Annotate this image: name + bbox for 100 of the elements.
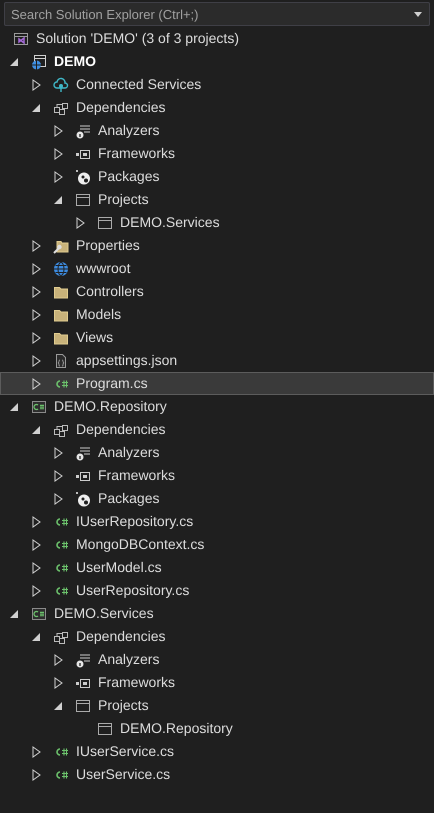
collapsed-arrow-icon[interactable] — [54, 654, 63, 666]
tree-item[interactable]: IUserRepository.cs — [0, 510, 434, 533]
collapsed-arrow-icon[interactable] — [32, 354, 41, 366]
item-label: DEMO.Repository — [120, 719, 233, 738]
item-label: Analyzers — [98, 121, 160, 140]
tree-item[interactable]: Frameworks — [0, 142, 434, 165]
tree-item[interactable]: IUserService.cs — [0, 740, 434, 763]
item-label: DEMO — [54, 52, 96, 71]
tree-item[interactable]: DEMO.Services — [0, 211, 434, 234]
item-label: appsettings.json — [76, 351, 178, 370]
tree-item[interactable]: DEMO.Repository — [0, 717, 434, 740]
item-label: DEMO.Services — [54, 604, 154, 623]
item-label: Dependencies — [76, 627, 166, 646]
tree-item[interactable]: Program.cs — [0, 372, 434, 395]
tree-item[interactable]: Properties — [0, 234, 434, 257]
globe-icon — [53, 260, 69, 276]
item-label: Controllers — [76, 282, 144, 301]
item-label: UserService.cs — [76, 765, 170, 784]
expanded-arrow-icon[interactable] — [10, 610, 18, 618]
item-label: Projects — [98, 696, 149, 715]
tree-item[interactable]: Packages — [0, 165, 434, 188]
item-label: Frameworks — [98, 466, 176, 485]
analyzers-icon — [75, 652, 91, 668]
collapsed-arrow-icon[interactable] — [54, 170, 63, 182]
item-label: UserModel.cs — [76, 558, 162, 577]
tree-item[interactable]: Views — [0, 326, 434, 349]
window-icon — [97, 720, 113, 736]
tree-item[interactable]: Models — [0, 303, 434, 326]
collapsed-arrow-icon[interactable] — [32, 768, 41, 780]
collapsed-arrow-icon[interactable] — [54, 148, 63, 160]
tree-item[interactable]: Dependencies — [0, 625, 434, 648]
tree-item[interactable]: UserModel.cs — [0, 556, 434, 579]
cloud-icon — [53, 76, 69, 92]
tree-item[interactable]: DEMO.Services — [0, 602, 434, 625]
expanded-arrow-icon[interactable] — [10, 58, 18, 66]
collapsed-arrow-icon[interactable] — [54, 446, 63, 458]
collapsed-arrow-icon[interactable] — [76, 216, 85, 228]
item-label: wwwroot — [76, 259, 130, 278]
collapsed-arrow-icon[interactable] — [54, 676, 63, 688]
item-label: Analyzers — [98, 650, 160, 669]
expanded-arrow-icon[interactable] — [32, 104, 40, 112]
item-label: Frameworks — [98, 673, 176, 692]
solution-icon — [13, 30, 29, 46]
package-icon — [75, 168, 91, 184]
tree-item[interactable]: MongoDBContext.cs — [0, 533, 434, 556]
expanded-arrow-icon[interactable] — [32, 632, 40, 640]
tree-item[interactable]: Analyzers — [0, 648, 434, 671]
collapsed-arrow-icon[interactable] — [32, 332, 41, 344]
collapsed-arrow-icon[interactable] — [32, 516, 41, 528]
item-label: Analyzers — [98, 443, 160, 462]
tree-item[interactable]: DEMO — [0, 50, 434, 73]
item-label: Dependencies — [76, 420, 166, 439]
collapsed-arrow-icon[interactable] — [32, 746, 41, 758]
dropdown-icon[interactable] — [414, 12, 422, 17]
item-label: Properties — [76, 236, 140, 255]
json-file-icon — [53, 352, 69, 368]
tree-item[interactable]: appsettings.json — [0, 349, 434, 372]
expanded-arrow-icon[interactable] — [54, 196, 62, 204]
collapsed-arrow-icon[interactable] — [32, 378, 41, 390]
collapsed-arrow-icon[interactable] — [54, 124, 63, 136]
tree-item[interactable]: Dependencies — [0, 96, 434, 119]
item-label: Views — [76, 328, 114, 347]
collapsed-arrow-icon[interactable] — [32, 562, 41, 574]
collapsed-arrow-icon[interactable] — [54, 492, 63, 504]
tree-item[interactable]: Projects — [0, 694, 434, 717]
item-label: DEMO.Repository — [54, 397, 167, 416]
collapsed-arrow-icon[interactable] — [32, 286, 41, 298]
tree-item[interactable]: Controllers — [0, 280, 434, 303]
analyzers-icon — [75, 444, 91, 460]
expanded-arrow-icon[interactable] — [54, 702, 62, 710]
tree-item[interactable]: UserRepository.cs — [0, 579, 434, 602]
search-field[interactable]: Search Solution Explorer (Ctrl+;) — [4, 2, 430, 26]
tree-item[interactable]: DEMO.Repository — [0, 395, 434, 418]
tree-item[interactable]: Connected Services — [0, 73, 434, 96]
tree-item[interactable]: Frameworks — [0, 671, 434, 694]
tree-item[interactable]: Solution 'DEMO' (3 of 3 projects) — [0, 27, 434, 50]
collapsed-arrow-icon[interactable] — [32, 78, 41, 90]
tree-item[interactable]: Packages — [0, 487, 434, 510]
item-label: DEMO.Services — [120, 213, 220, 232]
tree-item[interactable]: Projects — [0, 188, 434, 211]
collapsed-arrow-icon[interactable] — [32, 538, 41, 550]
analyzers-icon — [75, 122, 91, 138]
tree-item[interactable]: wwwroot — [0, 257, 434, 280]
expanded-arrow-icon[interactable] — [32, 426, 40, 434]
item-label: Connected Services — [76, 75, 202, 94]
tree-item[interactable]: Dependencies — [0, 418, 434, 441]
item-label: Dependencies — [76, 98, 166, 117]
tree-item[interactable]: Analyzers — [0, 441, 434, 464]
collapsed-arrow-icon[interactable] — [32, 308, 41, 320]
collapsed-arrow-icon[interactable] — [32, 262, 41, 274]
tree-item[interactable]: UserService.cs — [0, 763, 434, 786]
collapsed-arrow-icon[interactable] — [32, 240, 41, 252]
item-label: Packages — [98, 167, 160, 186]
item-label: Projects — [98, 190, 149, 209]
collapsed-arrow-icon[interactable] — [54, 470, 63, 482]
item-label: Frameworks — [98, 144, 176, 163]
collapsed-arrow-icon[interactable] — [32, 584, 41, 596]
expanded-arrow-icon[interactable] — [10, 402, 18, 410]
tree-item[interactable]: Frameworks — [0, 464, 434, 487]
tree-item[interactable]: Analyzers — [0, 119, 434, 142]
